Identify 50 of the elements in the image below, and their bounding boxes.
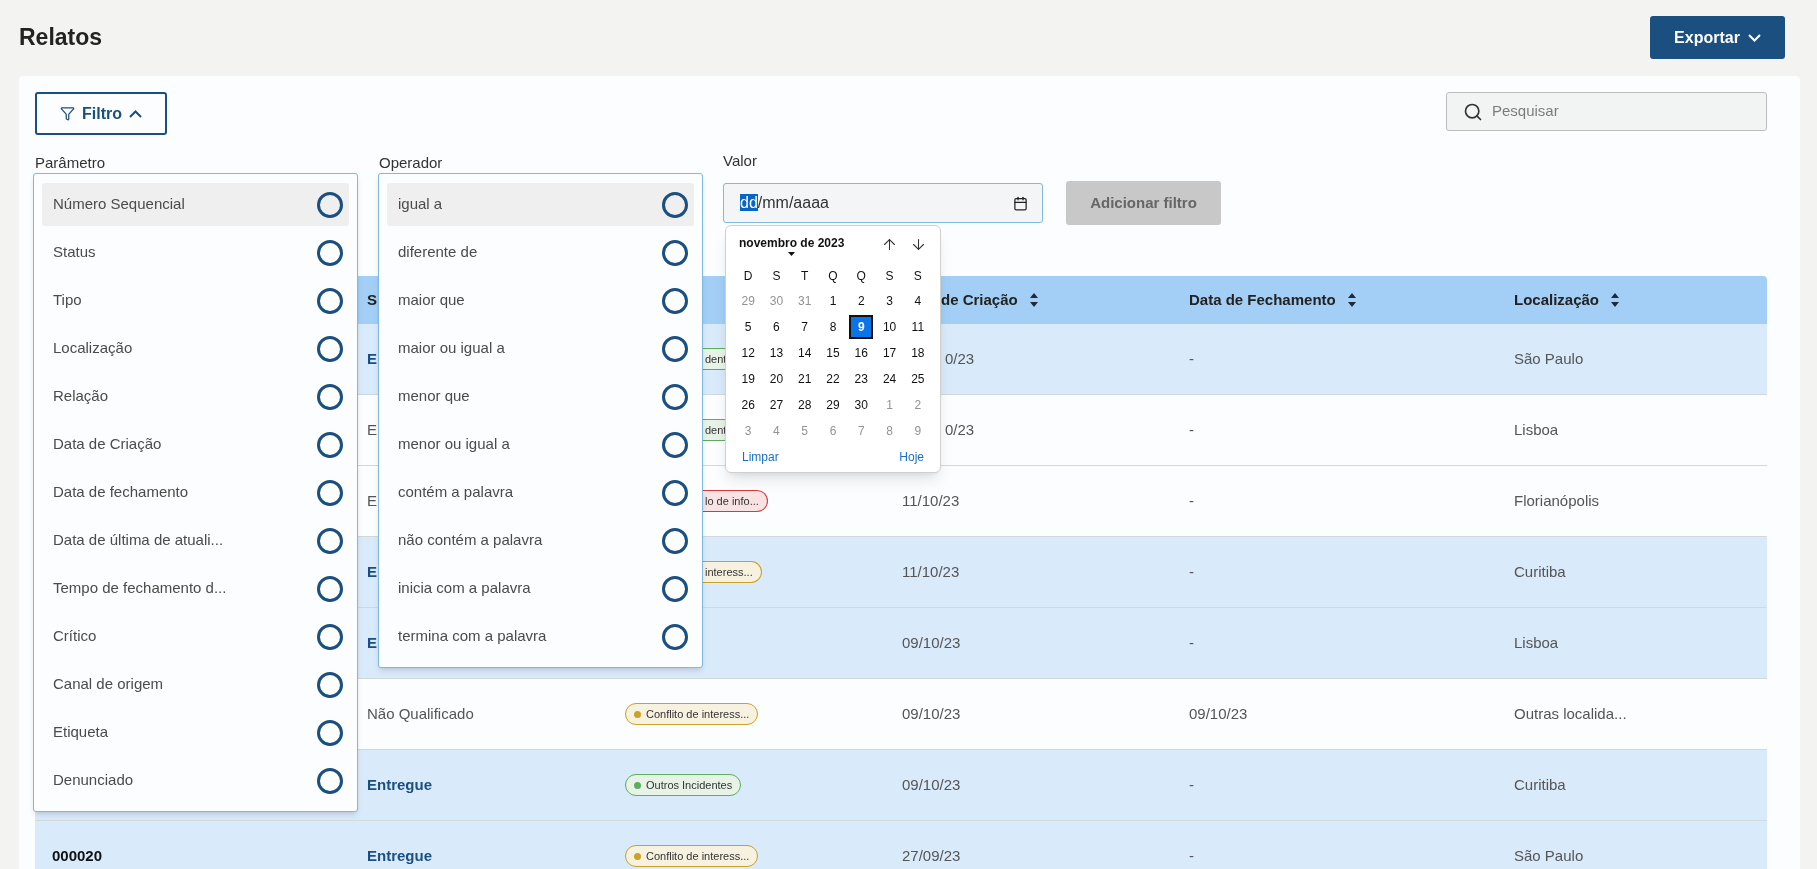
weekday-label: S <box>771 268 782 285</box>
table-cell-text: E <box>367 348 377 369</box>
date-value: dd/mm/aaaa <box>740 193 829 213</box>
table-cell-text: 0/23 <box>945 348 975 369</box>
table-cell-text: - <box>1189 561 1194 582</box>
tag: Conflito de interess... <box>625 703 759 725</box>
tag: Conflito de interess... <box>625 845 759 867</box>
table-cell-text: E <box>367 490 377 511</box>
page-title: Relatos <box>19 23 103 53</box>
table-cell-text: Lisboa <box>1514 632 1559 653</box>
table-cell-text: 09/10/23 <box>1189 703 1248 724</box>
tag: lo de info... <box>703 490 768 512</box>
table-cell-text: São Paulo <box>1514 348 1584 369</box>
table-cell-text: 0/23 <box>945 419 975 440</box>
table-cell-text: E <box>367 632 377 653</box>
weekday-label: S <box>912 268 923 285</box>
table-cell-text: Curitiba <box>1514 561 1566 582</box>
table-cell-text: 000020 <box>52 845 103 866</box>
weekday-label: Q <box>827 268 839 285</box>
table-cell-text: 09/10/23 <box>902 632 961 653</box>
table-cell-text: Lisboa <box>1514 419 1559 440</box>
table-cell-text: - <box>1189 632 1194 653</box>
table-cell-text: Outras localida... <box>1514 703 1627 724</box>
table-cell-text: E <box>367 419 377 440</box>
weekday-label: Q <box>855 268 867 285</box>
table-cell-text: São Paulo <box>1514 845 1584 866</box>
table-cell-text: 27/09/23 <box>902 845 961 866</box>
table-cell-text: - <box>1189 419 1194 440</box>
field-label: Parâmetro <box>35 154 106 171</box>
table-cell-text: Entregue <box>367 845 432 866</box>
weekday-label: T <box>800 268 810 285</box>
tag: Outros Incidentes <box>625 774 742 796</box>
table-cell-text: Não Qualificado <box>367 703 474 724</box>
table-cell-text: 09/10/23 <box>902 774 961 795</box>
field-label: Valor <box>723 151 758 171</box>
tag: interess... <box>703 561 762 583</box>
table-cell-text: Entregue <box>367 774 432 795</box>
table-cell-text: 11/10/23 <box>902 561 960 582</box>
table-cell-text: 11/10/23 <box>902 490 960 511</box>
table-cell-text: - <box>1189 845 1194 866</box>
table-cell-text: 09/10/23 <box>902 703 961 724</box>
table-cell-text: Curitiba <box>1514 774 1566 795</box>
weekday-label: S <box>884 268 895 285</box>
field-label: Operador <box>379 154 443 171</box>
weekday-label: D <box>742 268 754 285</box>
table-cell-text: - <box>1189 348 1194 369</box>
table-cell-text: - <box>1189 490 1194 511</box>
table-cell-text: Florianópolis <box>1514 490 1600 511</box>
table-cell-text: E <box>367 561 377 582</box>
table-cell-text: - <box>1189 774 1194 795</box>
